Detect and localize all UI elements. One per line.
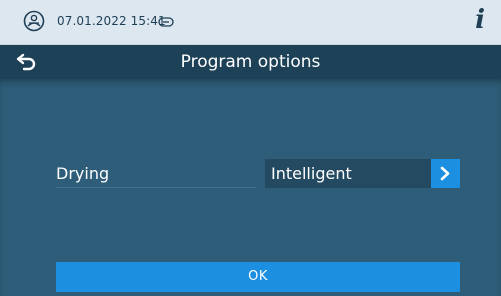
ok-button-label: OK <box>248 269 268 284</box>
card-icon <box>158 17 174 27</box>
drying-value-field[interactable]: Intelligent <box>265 159 431 188</box>
status-bar: 07.01.2022 15:41 i <box>0 0 501 45</box>
ok-button[interactable]: OK <box>56 262 460 292</box>
chevron-right-icon <box>440 166 450 181</box>
drying-label: Drying <box>56 164 110 183</box>
drying-label-underline <box>56 187 256 188</box>
device-logo-icon <box>23 10 45 32</box>
drying-value: Intelligent <box>271 164 352 183</box>
info-icon[interactable]: i <box>475 5 485 35</box>
date-time: 07.01.2022 15:41 <box>57 14 166 28</box>
page-title: Program options <box>180 52 321 72</box>
drying-select-button[interactable] <box>431 159 460 188</box>
screen: 07.01.2022 15:41 i Program options Dryin… <box>0 0 501 296</box>
title-bar: Program options <box>0 45 501 79</box>
